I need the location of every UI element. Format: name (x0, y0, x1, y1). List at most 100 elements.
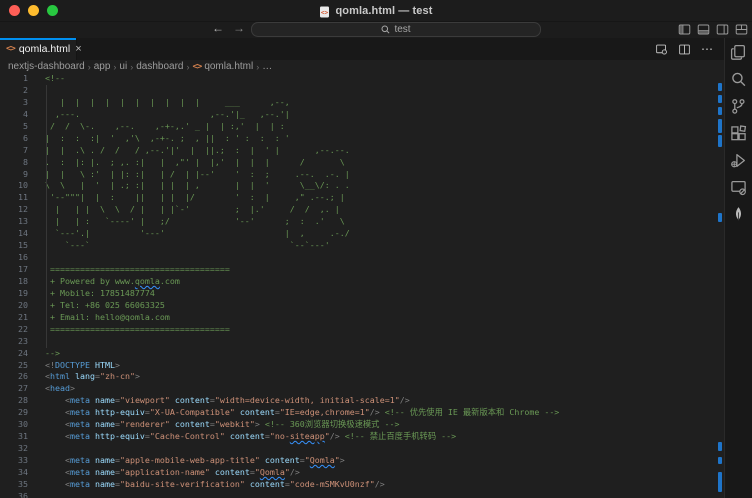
code-line[interactable]: 29 <meta http-equiv="X-UA-Compatible" co… (0, 407, 724, 419)
code-line[interactable]: 10 \ \ | ' | .; :| | | | , | | ' \__\/: .… (0, 180, 724, 192)
minimize-window-button[interactable] (28, 5, 39, 16)
toggle-primary-sidebar-icon[interactable] (678, 23, 691, 36)
line-number: 26 (0, 371, 28, 383)
line-number: 4 (0, 109, 28, 121)
explorer-icon[interactable] (730, 44, 747, 61)
line-content: <!-- (45, 73, 65, 85)
ruler-info-mark (718, 457, 722, 464)
code-line[interactable]: 25<!DOCTYPE HTML> (0, 360, 724, 372)
line-number: 31 (0, 431, 28, 443)
breadcrumb-item[interactable]: nextjs-dashboard (8, 61, 85, 72)
go-back-button[interactable]: ← (212, 21, 224, 35)
code-line[interactable]: 30 <meta name="renderer" content="webkit… (0, 419, 724, 431)
code-line[interactable]: 26<html lang="zh-cn"> (0, 371, 724, 383)
editor-pane[interactable]: 1 <!--23 | | | | | | | | | | ___ ,--,4 ,-… (0, 73, 724, 498)
title-bar: <> qomla.html — test (0, 0, 752, 22)
breadcrumb: nextjs-dashboard›app›ui›dashboard›<>qoml… (0, 60, 724, 73)
line-number: 12 (0, 204, 28, 216)
code-line[interactable]: 22 ==================================== (0, 324, 724, 336)
line-content: \ \ | ' | .; :| | | | , | | ' \__\/: . . (45, 180, 350, 192)
code-line[interactable]: 21 + Email: hello@qomla.com (0, 312, 724, 324)
code-line[interactable]: 28 <meta name="viewport" content="width=… (0, 395, 724, 407)
command-center-search[interactable]: test (251, 22, 541, 37)
code-line[interactable]: 33 <meta name="apple-mobile-web-app-titl… (0, 455, 724, 467)
search-icon[interactable] (730, 71, 747, 88)
code-line[interactable]: 6| : : :| ' ,'\ ,-+-. ; , || : ' : : : ' (0, 133, 724, 145)
breadcrumb-item[interactable]: qomla.html (204, 61, 253, 72)
line-content: <meta http-equiv="X-UA-Compatible" conte… (45, 407, 559, 419)
code-line[interactable]: 13 | | : `----' | ;/ '--' ; : .' \ (0, 216, 724, 228)
code-line[interactable]: 20 + Tel: +86 025 66063325 (0, 300, 724, 312)
more-actions-icon[interactable]: ⋯ (701, 42, 714, 56)
line-content: + Mobile: 17851487774 (45, 288, 155, 300)
code-line[interactable]: 23 (0, 336, 724, 348)
open-preview-icon[interactable] (655, 43, 668, 56)
code-line[interactable]: 24--> (0, 348, 724, 360)
run-debug-icon[interactable] (730, 152, 747, 169)
line-number: 3 (0, 97, 28, 109)
code-line[interactable]: 18 + Powered by www.qomla.com (0, 276, 724, 288)
breadcrumb-separator: › (113, 62, 116, 72)
code-line[interactable]: 3 | | | | | | | | | | ___ ,--, (0, 97, 724, 109)
line-number: 28 (0, 395, 28, 407)
code-line[interactable]: 27<head> (0, 383, 724, 395)
zoom-window-button[interactable] (47, 5, 58, 16)
code-line[interactable]: 32 (0, 443, 724, 455)
code-line[interactable]: 2 (0, 85, 724, 97)
breadcrumb-item[interactable]: app (94, 61, 111, 72)
extensions-icon[interactable] (730, 125, 747, 142)
line-number: 7 (0, 145, 28, 157)
tab-qomla-html[interactable]: <> qomla.html × (0, 38, 77, 60)
ruler-info-mark (718, 95, 722, 103)
toggle-secondary-sidebar-icon[interactable] (716, 23, 729, 36)
line-number: 22 (0, 324, 28, 336)
line-content: | | : `----' | ;/ '--' ; : .' \ (45, 216, 345, 228)
code-line[interactable]: 19 + Mobile: 17851487774 (0, 288, 724, 300)
line-number: 13 (0, 216, 28, 228)
line-content: + Tel: +86 025 66063325 (45, 300, 165, 312)
close-window-button[interactable] (9, 5, 20, 16)
code-line[interactable]: 15 `---` `--`---' (0, 240, 724, 252)
split-editor-icon[interactable] (678, 43, 691, 56)
breadcrumb-item[interactable]: dashboard (136, 61, 183, 72)
code-line[interactable]: 11 '--"""| | : || | | |/ ' : | ," .--.; … (0, 192, 724, 204)
code-line[interactable]: 35 <meta name="baidu-site-verification" … (0, 479, 724, 491)
code-line[interactable]: 8. : |: |. ; ,. :| | ,"' | |,' | | | / \ (0, 157, 724, 169)
line-number: 36 (0, 491, 28, 498)
code-line[interactable]: 31 <meta http-equiv="Cache-Control" cont… (0, 431, 724, 443)
code-line[interactable]: 1 <!-- (0, 73, 724, 85)
line-number: 1 (0, 73, 28, 85)
line-number: 29 (0, 407, 28, 419)
tab-close-icon[interactable]: × (75, 43, 81, 55)
line-content: <head> (45, 383, 75, 395)
go-forward-button[interactable]: → (233, 21, 245, 35)
ruler-info-mark (718, 472, 722, 492)
code-line[interactable]: 17 ==================================== (0, 264, 724, 276)
code-line[interactable]: 34 <meta name="application-name" content… (0, 467, 724, 479)
breadcrumb-separator: › (130, 62, 133, 72)
editor-actions: ⋯ (655, 38, 714, 60)
html-file-icon: <> (192, 61, 201, 72)
remote-explorer-icon[interactable] (730, 179, 747, 196)
line-number: 10 (0, 180, 28, 192)
breadcrumb-item[interactable]: … (262, 61, 272, 72)
line-content: <meta name="application-name" content="Q… (45, 467, 300, 479)
line-number: 24 (0, 348, 28, 360)
code-line[interactable]: 36 (0, 491, 724, 498)
source-control-icon[interactable] (730, 98, 747, 115)
customize-layout-icon[interactable] (735, 23, 748, 36)
code-line[interactable]: 9| | \ :' | |: :| | / | |--' ' : ; .--. … (0, 169, 724, 181)
code-line[interactable]: 4 ,---. ,--.'|_ ,--.'| (0, 109, 724, 121)
code-line[interactable]: 14 `---'.| '---' | , .-./ (0, 228, 724, 240)
breadcrumb-item[interactable]: ui (119, 61, 127, 72)
code-line[interactable]: 16 (0, 252, 724, 264)
mongodb-icon[interactable] (730, 206, 747, 223)
code-line[interactable]: 5 / / \-. ,--. ,-+-,.' _ | | :,' | | : (0, 121, 724, 133)
toggle-panel-icon[interactable] (697, 23, 710, 36)
indent-guide (46, 85, 47, 348)
line-number: 33 (0, 455, 28, 467)
code-line[interactable]: 7| | .\ . / / / ,--.'|' | ||.; : | ' | ,… (0, 145, 724, 157)
line-content: . : |: |. ; ,. :| | ,"' | |,' | | | / \ (45, 157, 345, 169)
line-content: | | \ :' | |: :| | / | |--' ' : ; .--. .… (45, 169, 350, 181)
code-line[interactable]: 12 | | | \ \ / | | |`-' ; |.' / / ,. | (0, 204, 724, 216)
